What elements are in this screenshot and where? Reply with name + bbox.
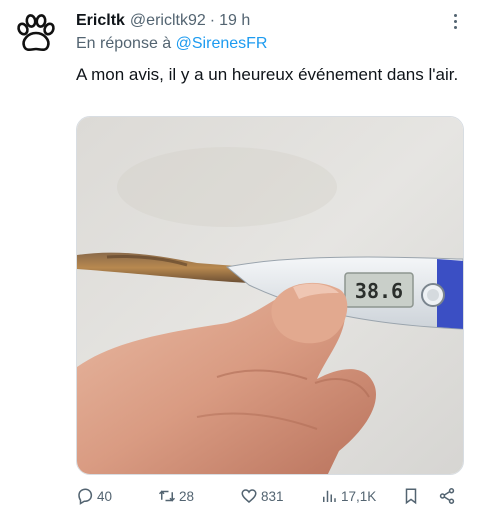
heart-icon bbox=[241, 489, 257, 503]
reply-mention-link[interactable]: @SirenesFR bbox=[176, 35, 268, 52]
like-count: 831 bbox=[261, 488, 284, 504]
avatar[interactable] bbox=[13, 11, 59, 57]
reply-context: En réponse à @SirenesFR bbox=[76, 35, 267, 53]
retweet-button[interactable]: 28 bbox=[158, 487, 194, 505]
bookmark-icon bbox=[405, 488, 417, 505]
reply-prefix: En réponse à bbox=[76, 35, 172, 52]
author-handle[interactable]: @ericltk92 bbox=[130, 12, 206, 30]
retweet-count: 28 bbox=[179, 488, 195, 504]
like-button[interactable]: 831 bbox=[240, 487, 284, 505]
views-chart-icon bbox=[323, 490, 336, 502]
tweet: Ericltk @ericltk92 · 19 h En réponse à @… bbox=[0, 0, 478, 512]
views-button[interactable]: 17,1K bbox=[320, 487, 376, 505]
author-name[interactable]: Ericltk bbox=[76, 12, 125, 30]
tweet-photo[interactable]: 38.6 bbox=[76, 116, 464, 475]
share-icon bbox=[439, 488, 455, 504]
thermometer-display: 38.6 bbox=[355, 279, 403, 303]
more-options-icon[interactable] bbox=[448, 12, 462, 32]
views-count: 17,1K bbox=[341, 488, 377, 504]
separator-dot: · bbox=[209, 12, 216, 29]
reply-button[interactable]: 40 bbox=[76, 487, 112, 505]
tweet-time[interactable]: 19 h bbox=[219, 12, 250, 30]
share-button[interactable] bbox=[438, 487, 456, 505]
tweet-header: Ericltk @ericltk92 · 19 h bbox=[76, 10, 458, 32]
reply-icon bbox=[78, 488, 93, 505]
paw-print-icon bbox=[13, 11, 59, 57]
tweet-text: A mon avis, il y a un heureux événement … bbox=[76, 65, 459, 84]
reply-count: 40 bbox=[97, 488, 113, 504]
action-bar: 40 28 831 17,1K bbox=[76, 485, 461, 507]
retweet-icon bbox=[158, 490, 176, 502]
bookmark-button[interactable] bbox=[402, 487, 420, 505]
